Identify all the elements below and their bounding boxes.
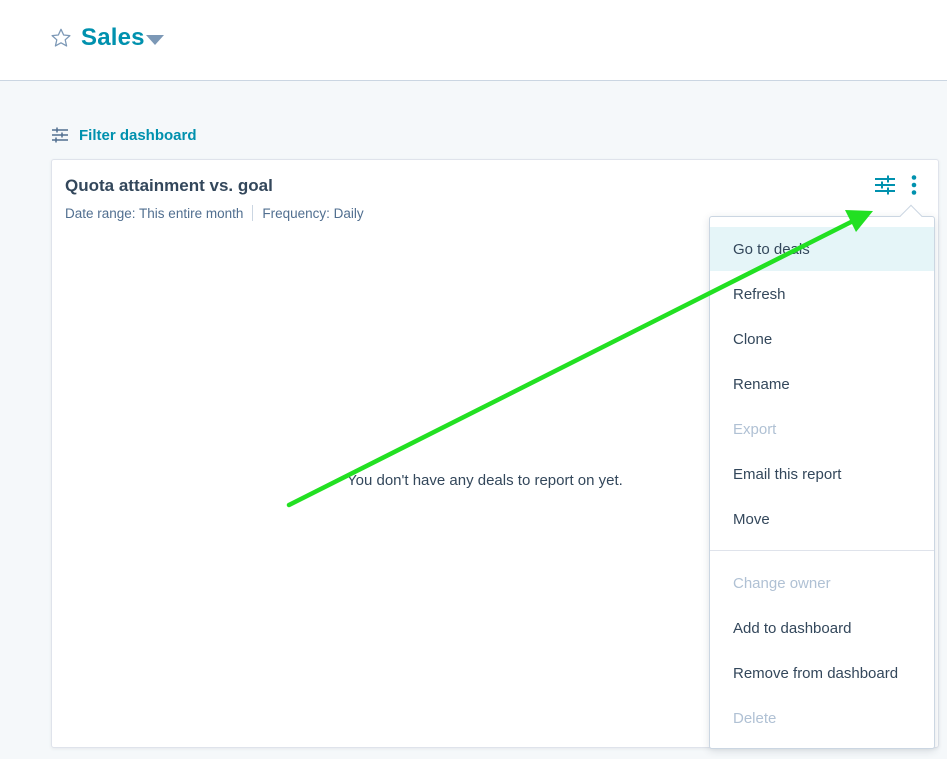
menu-item-remove-from-dashboard[interactable]: Remove from dashboard	[710, 651, 934, 695]
more-vertical-icon[interactable]	[907, 174, 921, 196]
report-actions-menu: Go to deals Refresh Clone Rename Export …	[709, 204, 935, 749]
menu-item-clone[interactable]: Clone	[710, 317, 934, 361]
menu-item-rename[interactable]: Rename	[710, 362, 934, 406]
filter-dashboard-label: Filter dashboard	[79, 126, 197, 144]
dashboard-header: Sales	[0, 0, 947, 81]
menu-item-change-owner: Change owner	[733, 574, 831, 592]
menu-item-export: Export	[733, 420, 777, 438]
empty-state-message: You don't have any deals to report on ye…	[347, 472, 623, 489]
star-outline-icon[interactable]	[50, 27, 72, 49]
menu-item-go-to-deals[interactable]: Go to deals	[710, 227, 934, 271]
dashboard-title[interactable]: Sales	[81, 24, 145, 52]
menu-item-move[interactable]: Move	[710, 497, 934, 541]
sliders-icon[interactable]	[874, 174, 896, 196]
menu-item-refresh[interactable]: Refresh	[710, 272, 934, 316]
meta-divider	[252, 205, 254, 221]
filter-dashboard-button[interactable]: Filter dashboard	[52, 124, 197, 146]
report-meta: Date range: This entire month Frequency:…	[65, 205, 364, 221]
frequency-label: Frequency: Daily	[262, 205, 364, 221]
menu-item-add-to-dashboard[interactable]: Add to dashboard	[710, 606, 934, 650]
menu-divider	[710, 550, 934, 551]
sliders-icon	[52, 127, 68, 143]
date-range-label: Date range: This entire month	[65, 205, 244, 221]
report-title[interactable]: Quota attainment vs. goal	[65, 176, 273, 196]
caret-down-icon[interactable]	[146, 35, 164, 45]
menu-item-email-this-report[interactable]: Email this report	[710, 452, 934, 496]
menu-item-delete: Delete	[733, 709, 777, 727]
